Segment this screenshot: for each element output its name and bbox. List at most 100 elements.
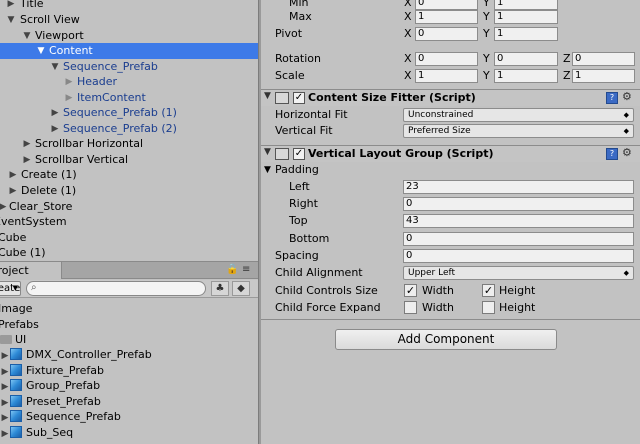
hierarchy-item-cube-1[interactable]: Cube (1) [0, 245, 258, 259]
padding-bottom-field[interactable]: 0 [403, 232, 634, 246]
force-height-checkbox[interactable] [482, 301, 495, 314]
expand-arrow-icon[interactable]: ▶ [6, 0, 16, 12]
vertical-layout-group-icon [275, 148, 289, 160]
hierarchy-item-sequence-prefab-1[interactable]: ▶ Sequence_Prefab (1) [0, 105, 258, 121]
project-item-sub-seq[interactable]: ▶ Sub_Seq [0, 425, 73, 441]
expand-arrow-icon[interactable]: ▶ [22, 152, 32, 168]
collapse-arrow-icon[interactable]: ▼ [50, 59, 60, 75]
expand-arrow-icon[interactable]: ▶ [0, 410, 10, 426]
filter-by-type-button[interactable]: ♣ [211, 281, 229, 296]
add-component-button[interactable]: Add Component [335, 329, 557, 350]
expand-arrow-icon[interactable]: ▶ [8, 183, 18, 199]
hierarchy-item-viewport[interactable]: ▼ Viewport [0, 28, 258, 44]
collapse-arrow-icon[interactable]: ▼ [6, 12, 16, 28]
project-item-prefabs[interactable]: Prefabs [0, 317, 39, 333]
tab-project[interactable]: Project [0, 262, 62, 279]
filter-by-label-button[interactable]: ◆ [232, 281, 250, 296]
collapse-arrow-icon[interactable]: ▼ [36, 43, 46, 59]
project-item-group-prefab[interactable]: ▶ Group_Prefab [0, 378, 100, 394]
scale-x-field[interactable]: 1 [415, 69, 478, 83]
anchor-max-y-field[interactable]: 1 [494, 10, 558, 24]
hierarchy-item-create-1[interactable]: ▶ Create (1) [0, 167, 258, 183]
padding-top-field[interactable]: 43 [403, 214, 634, 228]
project-item-preset-prefab[interactable]: ▶ Preset_Prefab [0, 394, 101, 410]
gear-icon[interactable]: ⚙ [622, 146, 632, 159]
hierarchy-item-label: Content [49, 44, 93, 57]
vertical-layout-group-enabled-checkbox[interactable]: ✓ [293, 148, 305, 160]
horizontal-fit-row: Horizontal Fit Unconstrained ◆ [261, 107, 640, 123]
padding-top-label: Top [289, 214, 308, 227]
gear-icon[interactable]: ⚙ [622, 90, 632, 103]
hierarchy-item-clear-store[interactable]: ▶ Clear_Store [0, 199, 258, 215]
hierarchy-item-eventsystem[interactable]: EventSystem [0, 214, 258, 230]
expand-arrow-icon[interactable]: ▶ [8, 167, 18, 183]
expand-arrow-icon[interactable]: ▶ [0, 426, 10, 442]
scale-z-field[interactable]: 1 [572, 69, 635, 83]
rotation-y-field[interactable]: 0 [494, 52, 558, 66]
collapse-arrow-icon[interactable]: ▼ [22, 28, 32, 44]
expand-arrow-icon[interactable]: ▶ [64, 90, 74, 106]
hierarchy-panel: ▶ Title ▼ Scroll View ▼ Viewport ▼ Conte… [0, 0, 258, 259]
anchor-max-x-field[interactable]: 1 [415, 10, 478, 24]
project-item-ui[interactable]: UI [0, 332, 26, 348]
panel-menu-icon[interactable]: ≡ [242, 264, 250, 275]
hierarchy-item-scroll-view[interactable]: ▼ Scroll View [0, 12, 258, 28]
collapse-arrow-icon[interactable]: ▼ [264, 147, 271, 157]
project-item-dmx-controller-prefab[interactable]: ▶ DMX_Controller_Prefab [0, 347, 152, 363]
project-search-input[interactable]: ⌕ [26, 281, 206, 296]
content-size-fitter-enabled-checkbox[interactable]: ✓ [293, 92, 305, 104]
hierarchy-item-cube[interactable]: Cube [0, 230, 258, 246]
hierarchy-item-header[interactable]: ▶ Header [0, 74, 258, 90]
padding-right-field[interactable]: 0 [403, 197, 634, 211]
padding-left-field[interactable]: 23 [403, 180, 634, 194]
help-book-icon[interactable]: ? [606, 92, 618, 104]
rotation-x-field[interactable]: 0 [415, 52, 478, 66]
pivot-x-field[interactable]: 0 [415, 27, 478, 41]
child-alignment-value: Upper Left [408, 268, 456, 278]
help-book-icon[interactable]: ? [606, 148, 618, 160]
hierarchy-item-scrollbar-vertical[interactable]: ▶ Scrollbar Vertical [0, 152, 258, 168]
force-width-label: Width [422, 301, 454, 314]
vertical-fit-value: Preferred Size [408, 126, 471, 136]
anchor-max-label: Max [289, 10, 312, 23]
scale-y-field[interactable]: 1 [494, 69, 558, 83]
expand-arrow-icon[interactable]: ▶ [0, 379, 10, 395]
collapse-arrow-icon[interactable]: ▼ [264, 162, 271, 178]
horizontal-fit-dropdown[interactable]: Unconstrained ◆ [403, 108, 634, 122]
project-item-fixture-prefab[interactable]: ▶ Fixture_Prefab [0, 363, 104, 379]
padding-row: ▼ Padding [261, 162, 640, 178]
lock-icon[interactable]: 🔒 [226, 264, 238, 275]
expand-arrow-icon[interactable]: ▶ [50, 105, 60, 121]
prefab-cube-icon [10, 426, 22, 438]
expand-arrow-icon[interactable]: ▶ [0, 348, 10, 364]
create-dropdown[interactable]: Create ▼ [0, 281, 21, 296]
hierarchy-item-sequence-prefab-2[interactable]: ▶ Sequence_Prefab (2) [0, 121, 258, 137]
project-item-sequence-prefab[interactable]: ▶ Sequence_Prefab [0, 409, 121, 425]
controls-width-checkbox[interactable]: ✓ [404, 284, 417, 297]
expand-arrow-icon[interactable]: ▶ [50, 121, 60, 137]
project-item-image[interactable]: Image [0, 301, 32, 317]
vertical-layout-group-header[interactable]: ▼ ✓ Vertical Layout Group (Script) ? ⚙ [261, 145, 640, 162]
hierarchy-item-scrollbar-horizontal[interactable]: ▶ Scrollbar Horizontal [0, 136, 258, 152]
content-size-fitter-icon [275, 92, 289, 104]
hierarchy-item-delete-1[interactable]: ▶ Delete (1) [0, 183, 258, 199]
vertical-fit-dropdown[interactable]: Preferred Size ◆ [403, 124, 634, 138]
expand-arrow-icon[interactable]: ▶ [64, 74, 74, 90]
controls-height-checkbox[interactable]: ✓ [482, 284, 495, 297]
spacing-field[interactable]: 0 [403, 249, 634, 263]
hierarchy-item-label: Title [20, 0, 44, 10]
pivot-y-field[interactable]: 1 [494, 27, 558, 41]
hierarchy-item-itemcontent[interactable]: ▶ ItemContent [0, 90, 258, 106]
rotation-z-field[interactable]: 0 [572, 52, 635, 66]
collapse-arrow-icon[interactable]: ▼ [264, 91, 271, 101]
hierarchy-item-title[interactable]: ▶ Title [0, 0, 258, 12]
content-size-fitter-header[interactable]: ▼ ✓ Content Size Fitter (Script) ? ⚙ [261, 89, 640, 106]
project-item-label: Fixture_Prefab [26, 364, 105, 377]
hierarchy-item-content[interactable]: ▼ Content [0, 43, 258, 59]
hierarchy-item-label: Cube (1) [0, 246, 46, 259]
force-width-checkbox[interactable] [404, 301, 417, 314]
child-alignment-dropdown[interactable]: Upper Left ◆ [403, 266, 634, 280]
expand-arrow-icon[interactable]: ▶ [22, 136, 32, 152]
expand-arrow-icon[interactable]: ▶ [0, 199, 8, 215]
hierarchy-item-sequence-prefab[interactable]: ▼ Sequence_Prefab [0, 59, 258, 75]
